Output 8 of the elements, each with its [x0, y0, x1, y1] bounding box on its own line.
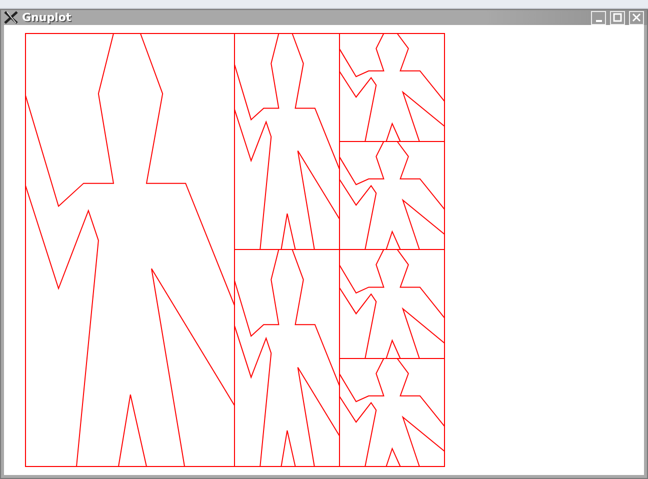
maximize-button[interactable]	[610, 10, 625, 24]
maximize-icon	[613, 13, 622, 22]
minimize-icon	[596, 20, 602, 22]
window-title: Gnuplot	[22, 11, 72, 24]
close-icon	[632, 13, 641, 22]
close-button[interactable]	[629, 10, 644, 24]
x-logo-icon	[4, 11, 18, 24]
minimize-button[interactable]	[591, 10, 606, 24]
